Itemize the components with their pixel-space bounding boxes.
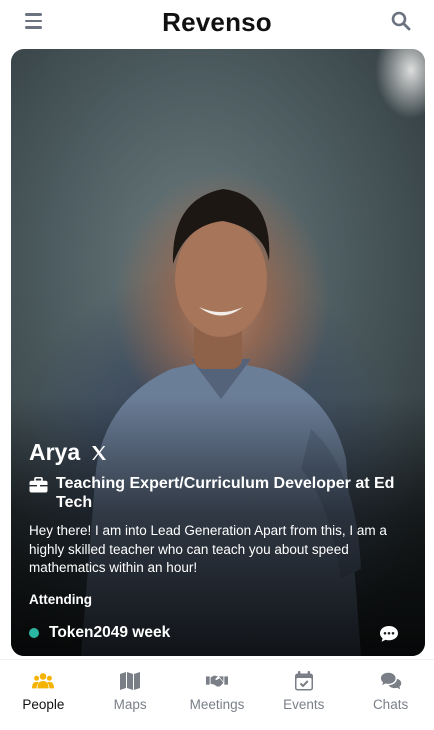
profile-card[interactable]: Arya Teaching Expert/Curriculum Develope… bbox=[11, 49, 425, 656]
job-row: Teaching Expert/Curriculum Developer at … bbox=[29, 474, 409, 512]
profile-name: Arya bbox=[29, 439, 81, 465]
hamburger-menu-icon[interactable] bbox=[25, 13, 42, 29]
light-glare bbox=[375, 49, 425, 119]
nav-item-people[interactable]: People bbox=[0, 660, 86, 712]
nav-label-events: Events bbox=[283, 697, 325, 712]
chat-icon[interactable] bbox=[379, 625, 399, 643]
map-icon bbox=[120, 672, 141, 690]
x-twitter-icon[interactable] bbox=[91, 445, 107, 461]
event-name: Token2049 week bbox=[49, 624, 171, 641]
nav-item-events[interactable]: Events bbox=[261, 660, 347, 712]
bottom-nav: People Maps Meetings Events Chats bbox=[0, 659, 434, 730]
calendar-icon bbox=[294, 671, 313, 691]
handshake-icon bbox=[205, 675, 228, 687]
people-icon bbox=[32, 673, 55, 689]
name-row: Arya bbox=[29, 439, 107, 466]
top-bar: Revenso bbox=[0, 0, 434, 44]
attending-event[interactable]: Token2049 week bbox=[29, 624, 170, 642]
nav-label-maps: Maps bbox=[113, 697, 147, 712]
profile-bio: Hey there! I am into Lead Generation Apa… bbox=[29, 523, 387, 575]
app-title: Revenso bbox=[162, 6, 272, 37]
nav-item-maps[interactable]: Maps bbox=[87, 660, 173, 712]
status-dot bbox=[29, 628, 39, 638]
nav-item-meetings[interactable]: Meetings bbox=[174, 660, 260, 712]
briefcase-icon bbox=[29, 477, 48, 493]
chat-bubbles-icon bbox=[380, 672, 401, 690]
nav-label-meetings: Meetings bbox=[189, 697, 245, 712]
search-icon[interactable] bbox=[391, 11, 411, 31]
nav-label-people: People bbox=[22, 697, 65, 712]
nav-item-chats[interactable]: Chats bbox=[348, 660, 434, 712]
job-title: Teaching Expert/Curriculum Developer at … bbox=[56, 475, 395, 511]
nav-label-chats: Chats bbox=[372, 697, 409, 712]
attending-label: Attending bbox=[29, 592, 92, 607]
